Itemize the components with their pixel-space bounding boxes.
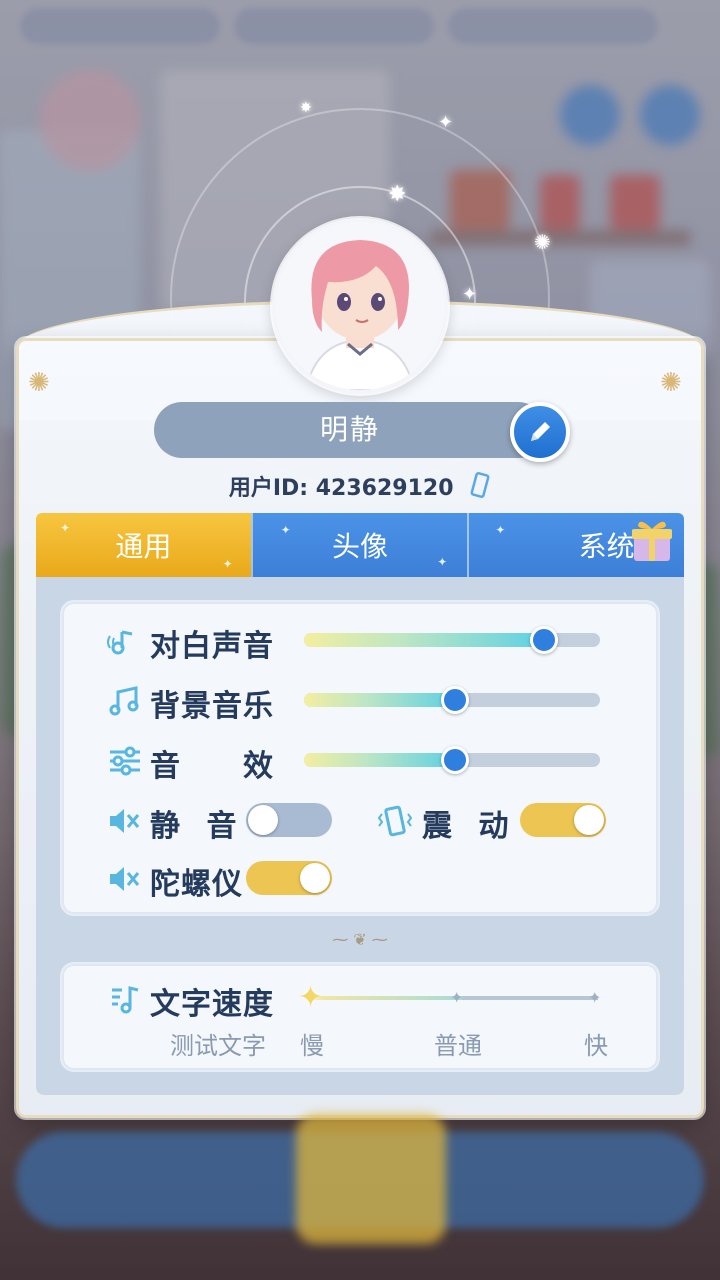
tab-general-label: 通用 xyxy=(115,530,172,563)
vibration-label: 震 动 xyxy=(422,809,517,844)
tab-bar: 通用 ✦ ✦ 头像 ✦ ✦ 系统 ✦ xyxy=(36,513,685,577)
bgm-volume-label: 背景音乐 xyxy=(150,689,274,724)
sparkle-icon: ✸ xyxy=(300,100,312,116)
mute-label: 静 音 xyxy=(150,809,245,844)
gyroscope-speaker-icon xyxy=(110,867,140,891)
text-speed-knob[interactable]: ✦ xyxy=(298,980,323,1015)
tab-general[interactable]: 通用 ✦ ✦ xyxy=(36,513,251,577)
gem-pill xyxy=(448,8,658,44)
edit-name-button[interactable] xyxy=(510,402,570,462)
speed-slow-label: 慢 xyxy=(300,1032,324,1060)
mute-speaker-icon xyxy=(110,809,140,833)
player-level-pill xyxy=(20,8,220,44)
gyroscope-label: 陀螺仪 xyxy=(150,867,243,902)
speed-tick-icon: ✦ xyxy=(588,988,602,1007)
user-id-value: 423629120 xyxy=(315,476,454,501)
music-note-icon xyxy=(109,686,139,716)
text-speed-icon xyxy=(112,986,139,1014)
voice-icon xyxy=(107,630,133,655)
dialogue-volume-label: 对白声音 xyxy=(150,629,274,664)
sparkle-icon: ✺ xyxy=(534,230,551,254)
player-name: 明静 xyxy=(154,402,546,458)
vibration-toggle[interactable] xyxy=(520,803,606,837)
dialogue-volume-slider[interactable] xyxy=(304,626,600,654)
speed-fast-label: 快 xyxy=(584,1032,608,1060)
currency-bar xyxy=(20,8,710,52)
corner-ornament-icon: ✺ xyxy=(28,368,50,398)
gift-icon[interactable] xyxy=(630,517,674,563)
avatar[interactable] xyxy=(272,218,448,394)
tab-avatar[interactable]: 头像 ✦ ✦ xyxy=(250,513,468,577)
gyroscope-toggle[interactable] xyxy=(246,861,332,895)
tab-system[interactable]: 系统 ✦ xyxy=(467,513,685,577)
mute-toggle[interactable] xyxy=(246,803,332,837)
dialogue-volume-knob[interactable] xyxy=(530,626,558,654)
sparkle-icon: ✸ xyxy=(388,182,407,207)
pencil-icon xyxy=(531,422,550,441)
user-id-row: 用户ID: 423629120 xyxy=(0,470,720,506)
sparkle-icon: ✦ xyxy=(438,112,454,133)
sfx-volume-knob[interactable] xyxy=(441,746,469,774)
speed-normal-label: 普通 xyxy=(434,1032,482,1060)
tab-system-label: 系统 xyxy=(578,530,635,563)
test-text-label: 测试文字 xyxy=(170,1032,266,1060)
bgm-volume-slider[interactable] xyxy=(304,686,600,714)
corner-ornament-icon: ✺ xyxy=(660,368,682,398)
bottom-nav-center-button xyxy=(296,1114,446,1244)
equalizer-icon xyxy=(110,746,140,776)
vibration-icon xyxy=(378,805,412,837)
sfx-volume-slider[interactable] xyxy=(304,746,600,774)
avatar-portrait-icon xyxy=(276,222,444,390)
user-id-label: 用户ID: xyxy=(228,476,309,501)
sfx-volume-label: 音 效 xyxy=(150,749,274,784)
coin-pill xyxy=(234,8,434,44)
tab-avatar-label: 头像 xyxy=(332,530,389,563)
ornament-divider-icon: ⁓ ❦ ⁓ xyxy=(332,930,388,949)
text-speed-label: 文字速度 xyxy=(150,987,274,1022)
speed-tick-icon: ✦ xyxy=(450,988,464,1007)
copy-id-icon[interactable] xyxy=(469,472,491,506)
bgm-volume-knob[interactable] xyxy=(441,686,469,714)
text-speed-slider[interactable]: ✦ ✦ ✦ xyxy=(298,980,601,1015)
